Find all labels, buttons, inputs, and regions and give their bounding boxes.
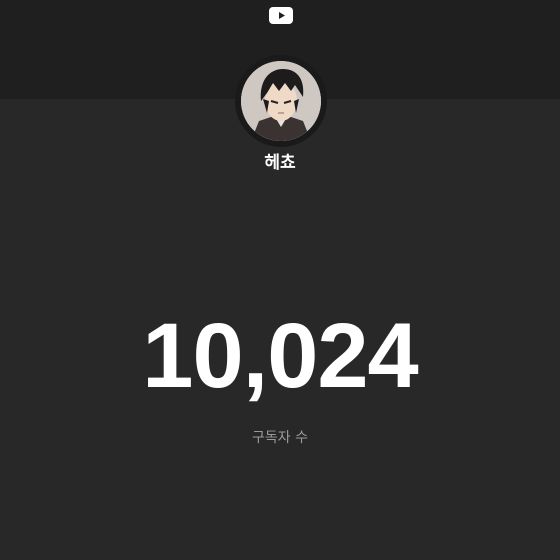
subscriber-counter-screen: 헤쵸 10,024 구독자 수 [0,0,560,560]
subscriber-count: 10,024 [142,305,418,407]
youtube-play-icon [269,7,293,24]
avatar-illustration [241,61,321,141]
subscriber-label: 구독자 수 [252,430,308,446]
avatar[interactable] [241,61,321,141]
channel-name: 헤쵸 [264,153,296,173]
